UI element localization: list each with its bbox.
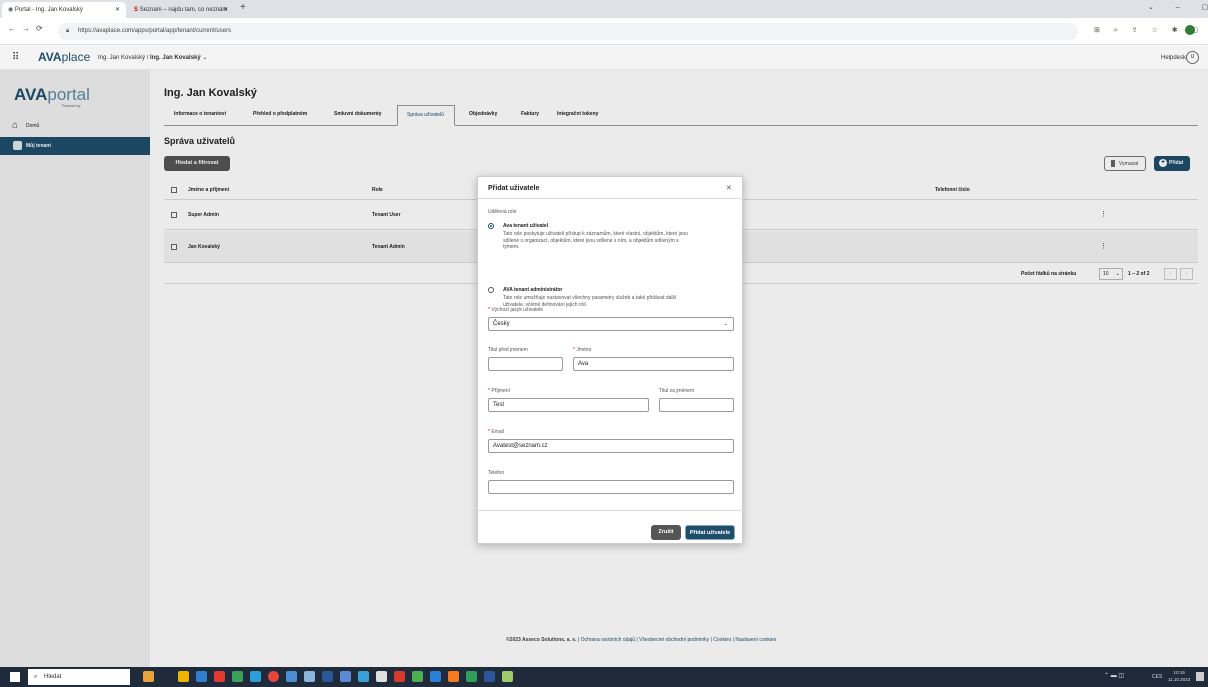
title-before-input[interactable] — [488, 357, 563, 371]
email-input[interactable]: Avatest@seznam.cz — [488, 439, 734, 453]
last-name-input[interactable]: Test — [488, 398, 649, 412]
lock-icon: 🔒︎ — [66, 28, 70, 34]
taskbar-app-icon[interactable] — [448, 671, 459, 682]
radio-selected[interactable] — [488, 223, 494, 229]
taskbar-app-icon[interactable] — [178, 671, 189, 682]
taskbar-app-icon[interactable] — [394, 671, 405, 682]
taskbar-app-icon[interactable] — [466, 671, 477, 682]
taskbar-app-icon[interactable] — [430, 671, 441, 682]
avaplace-logo[interactable]: AVAplace — [38, 50, 90, 64]
clock[interactable]: 10:19 11.10.2023 — [1168, 669, 1190, 683]
new-tab-icon[interactable]: + — [240, 2, 246, 13]
user-avatar[interactable]: IJ — [1186, 51, 1199, 64]
title-after-input[interactable] — [659, 398, 734, 412]
profile-icon[interactable] — [1185, 25, 1195, 35]
language-indicator[interactable]: CES — [1152, 674, 1162, 680]
taskbar-app-icon[interactable] — [304, 671, 315, 682]
helpdesk-link[interactable]: Helpdesk — [1161, 55, 1186, 61]
taskbar-app-icon[interactable] — [484, 671, 495, 682]
taskbar-app-icon[interactable] — [340, 671, 351, 682]
app-header: ⠿ AVAplace Ing. Jan Kovalský / Ing. Jan … — [0, 46, 1208, 70]
taskbar-app-icon[interactable] — [250, 671, 261, 682]
tab-favicon-icon: ◉ — [8, 7, 15, 13]
taskbar-app-icon[interactable] — [412, 671, 423, 682]
language-select[interactable]: Česky ⌄ — [488, 317, 734, 331]
taskbar-app-icon[interactable] — [286, 671, 297, 682]
taskbar-app-icon[interactable] — [214, 671, 225, 682]
phone-input[interactable] — [488, 480, 734, 494]
taskbar-app-icon[interactable] — [196, 671, 207, 682]
breadcrumb-current[interactable]: Ing. Jan Kovalský — [150, 55, 201, 61]
role-option-user[interactable]: Ava tenant uživatel Tato role poskytuje … — [488, 223, 738, 263]
taskbar-app-icon[interactable] — [376, 671, 387, 682]
dialog-title: Přidat uživatele — [488, 185, 540, 192]
divider — [478, 198, 744, 199]
cancel-button[interactable]: Zrušit — [651, 525, 681, 540]
system-tray-icons[interactable]: ⌃ ▬ ◫ — [1104, 672, 1124, 679]
submit-button[interactable]: Přidat uživatele — [685, 525, 735, 540]
taskbar-app-icon[interactable] — [358, 671, 369, 682]
taskbar-app-icon[interactable] — [502, 671, 513, 682]
add-user-dialog: Přidat uživatele ✕ Udělená role Ava tena… — [477, 176, 744, 544]
windows-taskbar: ⌕ Hledat ⌃ ▬ ◫ CES 10:19 11.10.2023 — [0, 667, 1208, 687]
taskbar-app-icon[interactable] — [322, 671, 333, 682]
radio-unselected[interactable] — [488, 287, 494, 293]
browser-tab-portal[interactable]: ◉ Portal - Ing. Jan Kovalský ✕ — [2, 2, 126, 18]
search-icon: ⌕ — [34, 674, 38, 680]
first-name-input[interactable]: Ava — [573, 357, 734, 371]
taskbar-search[interactable]: ⌕ Hledat — [28, 669, 130, 685]
nav-buttons[interactable]: ←→⟳ — [8, 24, 49, 33]
divider — [478, 510, 744, 511]
url-field[interactable]: 🔒︎ https://avaplace.com/apps/portal/app/… — [58, 23, 1078, 40]
close-tab-icon[interactable]: ✕ — [115, 2, 120, 18]
close-icon[interactable]: ✕ — [726, 184, 732, 192]
apps-grid-icon[interactable]: ⠿ — [12, 52, 19, 63]
chevron-down-icon: ⌄ — [723, 321, 728, 327]
window-controls[interactable]: ⌄ – ▢ ✕ — [1148, 3, 1208, 11]
close-tab-icon[interactable]: ✕ — [223, 2, 228, 18]
browser-tab-bar: ◉ Portal - Ing. Jan Kovalský ✕ S Seznam … — [0, 0, 1208, 18]
windows-start-icon[interactable] — [10, 672, 20, 682]
taskbar-app-icon[interactable] — [143, 671, 154, 682]
browser-tab-seznam[interactable]: S Seznam – najdu tam, co neznám ✕ — [128, 2, 234, 18]
address-bar-row: ←→⟳ 🔒︎ https://avaplace.com/apps/portal/… — [0, 18, 1208, 45]
taskbar-app-icon[interactable] — [232, 671, 243, 682]
chevron-down-icon[interactable]: ⌄ — [202, 55, 207, 61]
notification-icon[interactable] — [1196, 672, 1204, 681]
breadcrumb: Ing. Jan Kovalský / Ing. Jan Kovalský ⌄ — [98, 55, 208, 61]
chrome-icon[interactable] — [268, 671, 279, 682]
